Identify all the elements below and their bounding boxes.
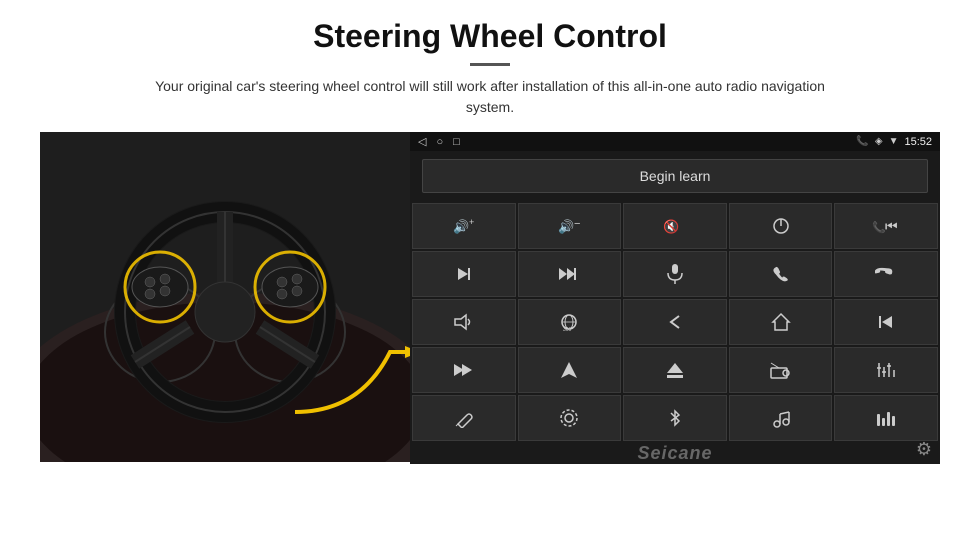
recents-icon[interactable]: □ xyxy=(453,136,460,148)
skip-forward-button[interactable] xyxy=(412,347,516,393)
page-wrapper: Steering Wheel Control Your original car… xyxy=(0,0,980,548)
pen-button[interactable] xyxy=(412,395,516,441)
page-title: Steering Wheel Control xyxy=(40,18,940,55)
svg-text:📞: 📞 xyxy=(872,220,886,234)
gear-icon[interactable]: ⚙ xyxy=(916,439,932,460)
back-icon[interactable]: ◁ xyxy=(418,135,426,148)
svg-text:🔊: 🔊 xyxy=(453,218,469,235)
end-call-button[interactable] xyxy=(834,251,938,297)
vol-up-button[interactable]: 🔊+ xyxy=(412,203,516,249)
svg-text:🔊: 🔊 xyxy=(558,218,574,235)
begin-learn-button[interactable]: Begin learn xyxy=(422,159,928,193)
steering-wheel-image xyxy=(40,132,410,462)
vol-down-button[interactable]: 🔊− xyxy=(518,203,622,249)
wifi-icon: ▼ xyxy=(889,136,899,147)
next-button[interactable] xyxy=(412,251,516,297)
svg-text:🔇: 🔇 xyxy=(663,219,679,234)
title-divider xyxy=(470,63,510,66)
equalizer-button[interactable] xyxy=(834,347,938,393)
android-ui-panel: ◁ ○ □ 📞 ◈ ▼ 15:52 Begin learn � xyxy=(410,132,940,462)
back-nav-button[interactable] xyxy=(623,299,727,345)
home-nav-button[interactable] xyxy=(729,299,833,345)
svg-text:−: − xyxy=(574,218,580,230)
settings2-button[interactable] xyxy=(518,395,622,441)
eject-button[interactable] xyxy=(623,347,727,393)
status-left: ◁ ○ □ xyxy=(418,135,460,148)
speaker-button[interactable] xyxy=(412,299,516,345)
power-button[interactable] xyxy=(729,203,833,249)
content-area: ◁ ○ □ 📞 ◈ ▼ 15:52 Begin learn � xyxy=(40,132,940,462)
bluetooth-button[interactable] xyxy=(623,395,727,441)
location-icon: ◈ xyxy=(875,136,883,147)
prev-call-button[interactable]: 📞⏮ xyxy=(834,203,938,249)
navigation-button[interactable] xyxy=(518,347,622,393)
radio-button[interactable] xyxy=(729,347,833,393)
rewind-button[interactable] xyxy=(834,299,938,345)
controls-grid: 🔊+ 🔊− 🔇 📞⏮ xyxy=(410,201,940,443)
page-subtitle: Your original car's steering wheel contr… xyxy=(140,76,840,118)
begin-learn-row: Begin learn xyxy=(410,151,940,201)
fast-forward-button[interactable] xyxy=(518,251,622,297)
svg-text:⏮: ⏮ xyxy=(885,218,898,234)
bottom-bar: Seicane ⚙ xyxy=(410,443,940,464)
mic-button[interactable] xyxy=(623,251,727,297)
home-icon[interactable]: ○ xyxy=(436,136,443,148)
title-section: Steering Wheel Control Your original car… xyxy=(40,18,940,132)
mute-button[interactable]: 🔇 xyxy=(623,203,727,249)
status-bar: ◁ ○ □ 📞 ◈ ▼ 15:52 xyxy=(410,132,940,151)
clock: 15:52 xyxy=(904,136,932,148)
phone-icon: 📞 xyxy=(856,136,868,147)
camera-360-button[interactable]: 360° xyxy=(518,299,622,345)
bars-equalizer-button[interactable] xyxy=(834,395,938,441)
svg-text:+: + xyxy=(469,217,474,227)
status-right: 📞 ◈ ▼ 15:52 xyxy=(856,136,932,148)
svg-text:360°: 360° xyxy=(563,327,573,333)
seicane-brand: Seicane xyxy=(637,443,712,464)
music-button[interactable] xyxy=(729,395,833,441)
call-button[interactable] xyxy=(729,251,833,297)
